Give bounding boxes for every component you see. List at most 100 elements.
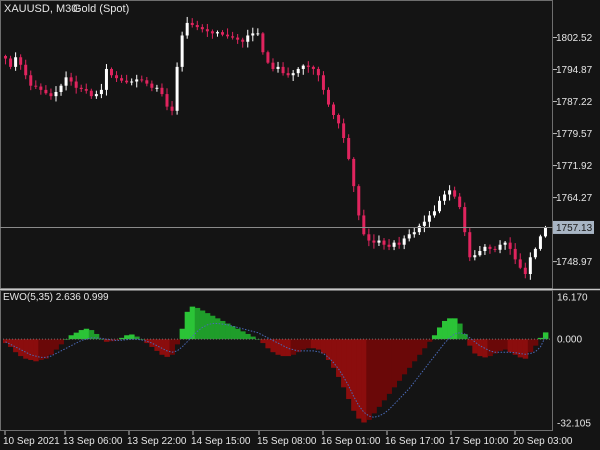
ewo-histogram-bar [214,318,221,340]
ewo-histogram-bar [184,311,191,340]
ewo-histogram-bar [73,332,80,340]
candle-body [64,77,68,86]
time-axis-label: 15 Sep 08:00 [257,436,317,447]
ewo-histogram-bar [452,318,458,340]
candle-body [44,89,48,94]
ewo-indicator-label: EWO(5,35) 2.636 0.999 [3,292,109,303]
price-axis-label: 1802.52 [556,33,593,44]
indicator-pane-frame [0,290,553,431]
candle-body [538,236,542,249]
candle-body [155,87,159,89]
ewo-histogram-bar [235,328,241,340]
ewo-histogram-bar [295,339,302,353]
candle-body [190,22,194,26]
candle-body [54,91,58,97]
ewo-histogram-bar [436,327,443,340]
ewo-histogram-bar [386,339,392,394]
ewo-histogram-bar [315,339,322,350]
ewo-histogram-bar [356,339,362,419]
candle-body [276,66,280,69]
ewo-histogram-bar [300,339,307,350]
chart-symbol-label: XAUUSD, M30: [4,3,80,15]
price-axis-label: 1779.57 [556,129,593,140]
candle-body [165,94,169,107]
ewo-histogram-bar [245,333,251,340]
ewo-histogram-bar [159,339,165,355]
ewo-histogram-bar [83,328,90,340]
candle-body [367,234,371,241]
candle-body [170,106,174,111]
candle-body [120,78,124,81]
ewo-histogram-bar [366,339,372,420]
candle-body [145,80,149,84]
candle-body [19,57,23,65]
candle-body [332,104,336,115]
candle-body [463,207,467,233]
ewo-histogram-bar [391,339,398,388]
candle-body [14,57,18,67]
chart-canvas[interactable]: 1757.13 XAUUSD, M30: Gold (Spot) EWO(5,3… [0,0,600,450]
ewo-histogram-bar [472,339,478,354]
ewo-histogram-bar [18,339,24,357]
candle-body [74,81,78,88]
ewo-histogram-bar [507,339,514,353]
time-axis-label: 20 Sep 03:00 [513,436,573,447]
time-axis-label: 13 Sep 06:00 [63,436,123,447]
candle-body [210,31,214,34]
ewo-histogram-bar [527,339,534,353]
candle-body [448,190,452,195]
candle-body [443,194,447,201]
time-axis-label: 16 Sep 17:00 [385,436,445,447]
price-pane[interactable] [4,16,547,280]
candle-body [483,246,487,252]
ewo-pane[interactable] [0,306,553,423]
candle-body [281,66,285,74]
ewo-histogram-bar [124,335,130,340]
ewo-histogram-bar [225,323,231,340]
candle-body [306,65,310,67]
ewo-histogram-bar [482,339,488,358]
ewo-histogram-bar [280,339,286,357]
candle-body [326,89,330,105]
ewo-histogram-bar [371,339,377,414]
candle-body [422,221,426,226]
candle-body [321,75,325,90]
candle-body [251,33,255,36]
ewo-histogram-bar [447,318,453,340]
candle-body [175,66,179,111]
price-axis-label: 1794.87 [556,65,593,76]
time-axis-label: 17 Sep 10:00 [449,436,509,447]
candle-body [543,227,547,237]
candle-body [49,93,53,97]
candle-body [362,215,366,235]
candle-body [205,29,209,32]
ewo-histogram-bar [457,323,463,340]
ewo-axis-label: 16.170 [557,293,588,304]
candle-body [215,32,219,34]
candle-body [513,248,517,260]
candle-body [24,64,28,76]
ewo-histogram-bar [416,339,423,355]
ewo-histogram-bar [522,339,529,359]
trading-chart-window[interactable]: 1757.13 XAUUSD, M30: Gold (Spot) EWO(5,3… [0,0,600,450]
candle-body [493,248,497,250]
ewo-histogram-bar [58,339,64,345]
candle-body [34,85,38,87]
candle-body [256,33,260,35]
ewo-histogram-bar [305,339,312,349]
candle-body [261,33,265,53]
candle-body [84,89,88,91]
ewo-axis[interactable]: 16.170 0.000 -32.105 [557,293,591,430]
ewo-histogram-bar [149,339,155,347]
ewo-histogram-bar [3,339,9,344]
candle-body [231,36,235,38]
candle-body [432,211,436,216]
ewo-histogram-bar [336,339,342,377]
candle-body [478,251,482,256]
ewo-histogram-bar [260,339,266,344]
ewo-histogram-bar [497,339,503,351]
ewo-histogram-bar [68,335,75,340]
candle-body [316,68,320,76]
ewo-histogram-bar [401,339,408,375]
time-axis[interactable]: 10 Sep 2021 13 Sep 06:00 13 Sep 22:00 14 Se… [3,431,573,447]
